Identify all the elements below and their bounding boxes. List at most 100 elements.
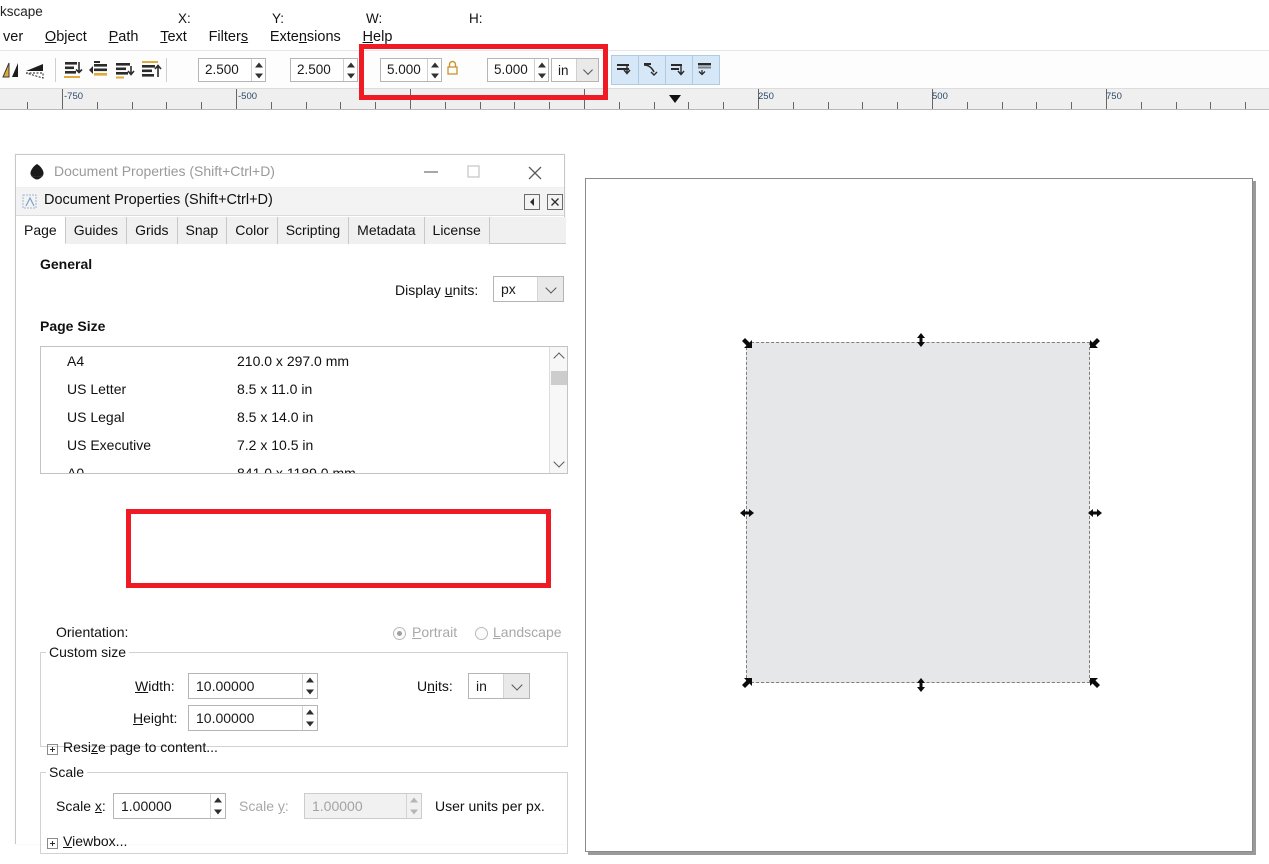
display-units-combo[interactable]: px <box>493 276 564 302</box>
x-value: 2.500 <box>205 62 239 77</box>
orientation-landscape-radio[interactable] <box>475 627 488 640</box>
scale-x-stepper[interactable] <box>210 794 225 818</box>
viewbox-expander[interactable] <box>47 838 58 849</box>
resize-to-content-expander[interactable] <box>47 744 58 755</box>
y-label: Y: <box>272 11 285 26</box>
menu-item-help[interactable]: Help <box>354 24 402 51</box>
menu-item-extensions[interactable]: Extensions <box>261 24 350 51</box>
scale-x-input[interactable]: 1.00000 <box>113 793 226 819</box>
align-indent-icon[interactable] <box>88 59 110 81</box>
menu-item-path[interactable]: Path <box>100 24 148 51</box>
maximize-button[interactable] <box>460 160 490 182</box>
toolbar-divider-1 <box>55 58 56 82</box>
w-input[interactable]: 5.000 <box>380 58 442 82</box>
minimize-button[interactable] <box>416 160 446 182</box>
tab-guides[interactable]: Guides <box>65 217 128 244</box>
tab-metadata[interactable]: Metadata <box>349 217 425 244</box>
align-top-icon[interactable] <box>140 59 162 81</box>
lower-one-step-button[interactable] <box>665 55 693 85</box>
flip-vertical-icon[interactable] <box>24 59 46 81</box>
height-input[interactable]: 10.00000 <box>188 705 318 731</box>
width-stepper[interactable] <box>302 674 317 698</box>
h-input[interactable]: 5.000 <box>487 58 549 82</box>
scale-handle-ne[interactable] <box>1087 335 1103 351</box>
menu-bar: ver Object Path Text Filters Extensions … <box>0 24 1269 51</box>
y-stepper[interactable] <box>343 59 357 81</box>
lower-to-bottom-button[interactable] <box>692 55 720 85</box>
chevron-down-icon[interactable] <box>503 674 529 698</box>
custom-units-combo[interactable]: in <box>468 673 530 699</box>
page-size-scrollbar[interactable] <box>549 347 567 473</box>
width-input[interactable]: 10.00000 <box>188 673 318 699</box>
tab-scripting[interactable]: Scripting <box>277 217 350 244</box>
document-page[interactable] <box>585 178 1253 852</box>
scale-handle-n[interactable] <box>913 332 929 348</box>
menu-item-text[interactable]: Text <box>151 24 196 51</box>
flip-horizontal-icon[interactable] <box>0 59 22 81</box>
canvas-area[interactable] <box>570 112 1269 864</box>
scale-handle-s[interactable] <box>913 677 929 693</box>
scroll-up-icon[interactable] <box>550 347 567 365</box>
tab-page[interactable]: Page <box>16 217 66 244</box>
menu-item-layer[interactable]: ver <box>0 24 32 51</box>
tab-snap[interactable]: Snap <box>177 217 228 244</box>
align-left-text-icon[interactable] <box>114 59 136 81</box>
ruler-major-tick <box>584 89 585 109</box>
scale-handle-sw[interactable] <box>739 675 755 691</box>
y-input[interactable]: 2.500 <box>290 58 358 82</box>
raise-one-step-button[interactable] <box>638 55 666 85</box>
scrollbar-thumb[interactable] <box>551 371 567 385</box>
scroll-down-icon[interactable] <box>550 455 567 473</box>
tab-license[interactable]: License <box>424 217 490 244</box>
custom-size-legend: Custom size <box>46 644 130 660</box>
document-properties-dialog[interactable]: Document Properties (Shift+Ctrl+D) Docum… <box>15 154 568 854</box>
ruler-minor-tick <box>793 102 794 109</box>
scale-handle-w[interactable] <box>739 505 755 521</box>
toolbar-units-combo[interactable]: in <box>551 58 599 82</box>
viewbox-label[interactable]: Viewbox... <box>63 833 127 849</box>
w-stepper[interactable] <box>427 59 441 81</box>
tab-grids[interactable]: Grids <box>127 217 178 244</box>
ruler-minor-tick <box>1071 102 1072 109</box>
list-item[interactable]: US Legal 8.5 x 14.0 in <box>41 403 567 431</box>
selected-object[interactable] <box>746 342 1090 683</box>
x-input[interactable]: 2.500 <box>198 58 266 82</box>
scale-handle-se[interactable] <box>1087 675 1103 691</box>
scale-y-value: 1.00000 <box>312 798 363 814</box>
width-value: 10.00000 <box>196 678 255 694</box>
close-button[interactable] <box>520 160 550 182</box>
menu-item-filters[interactable]: Filters <box>200 24 257 51</box>
h-stepper[interactable] <box>534 59 548 81</box>
page-tab-panel: General Display units: px Page Size A4 2… <box>16 244 568 854</box>
align-bottom-icon[interactable] <box>62 59 84 81</box>
list-item[interactable]: A0 841.0 x 1189.0 mm <box>41 459 567 473</box>
height-stepper[interactable] <box>302 706 317 730</box>
page-size-dims: 7.2 x 10.5 in <box>237 437 314 453</box>
menu-item-object[interactable]: Object <box>36 24 96 51</box>
raise-to-top-button[interactable] <box>611 55 639 85</box>
list-item[interactable]: US Letter 8.5 x 11.0 in <box>41 375 567 403</box>
chevron-down-icon[interactable] <box>576 59 598 81</box>
list-item[interactable]: A4 210.0 x 297.0 mm <box>41 347 567 375</box>
lock-aspect-ratio-icon[interactable] <box>446 60 459 76</box>
x-stepper[interactable] <box>251 59 265 81</box>
ruler-minor-tick <box>897 102 898 109</box>
list-item[interactable]: US Executive 7.2 x 10.5 in <box>41 431 567 459</box>
ruler-label-4: 750 <box>1106 91 1122 102</box>
ruler-label-3: 500 <box>932 91 948 102</box>
chevron-down-icon[interactable] <box>537 277 563 301</box>
scale-legend: Scale <box>46 764 88 780</box>
resize-page-to-content-label[interactable]: Resize page to content... <box>63 739 218 755</box>
page-size-list[interactable]: A4 210.0 x 297.0 mm US Letter 8.5 x 11.0… <box>40 346 568 474</box>
scale-handle-nw[interactable] <box>739 335 755 351</box>
dock-close-button[interactable] <box>547 194 563 210</box>
orientation-portrait-radio[interactable] <box>393 627 406 640</box>
dialog-tab-strip[interactable]: Page Guides Grids Snap Color Scripting M… <box>16 217 566 271</box>
tab-color[interactable]: Color <box>227 217 278 244</box>
ruler-minor-tick <box>862 102 863 109</box>
scale-handle-e[interactable] <box>1087 505 1103 521</box>
horizontal-ruler[interactable]: -750 -500 250 500 750 <box>0 89 1269 110</box>
dialog-title-bar[interactable]: Document Properties (Shift+Ctrl+D) <box>16 155 564 188</box>
dock-collapse-button[interactable] <box>524 194 540 210</box>
ruler-minor-tick <box>27 102 28 109</box>
